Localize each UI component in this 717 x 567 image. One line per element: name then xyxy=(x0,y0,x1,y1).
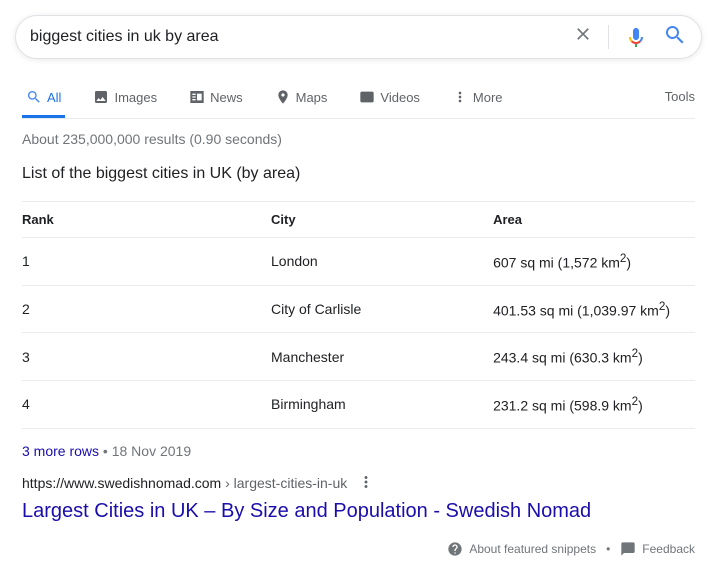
clear-icon[interactable] xyxy=(573,24,593,50)
search-icon[interactable] xyxy=(663,23,687,52)
tabs-row: All Images News Maps Videos More Tools xyxy=(22,69,695,119)
snippet-footer: About featured snippets • Feedback xyxy=(22,541,695,557)
more-rows: 3 more rows • 18 Nov 2019 xyxy=(22,443,695,459)
tab-maps-label: Maps xyxy=(296,90,328,105)
tab-videos-label: Videos xyxy=(380,90,420,105)
result-title-link[interactable]: Largest Cities in UK – By Size and Popul… xyxy=(22,500,591,522)
cite: https://www.swedishnomad.com › largest-c… xyxy=(22,475,347,493)
tab-all-label: All xyxy=(47,90,61,105)
cell-rank: 2 xyxy=(22,285,271,333)
tab-more[interactable]: More xyxy=(448,79,507,118)
tab-news-label: News xyxy=(210,90,243,105)
cell-rank: 4 xyxy=(22,380,271,428)
table-row: 3 Manchester 243.4 sq mi (630.3 km2) xyxy=(22,333,695,381)
table-row: 2 City of Carlisle 401.53 sq mi (1,039.9… xyxy=(22,285,695,333)
table-row: 4 Birmingham 231.2 sq mi (598.9 km2) xyxy=(22,380,695,428)
snippet-table: Rank City Area 1 London 607 sq mi (1,572… xyxy=(22,201,695,429)
featured-snippet: List of the biggest cities in UK (by are… xyxy=(22,165,695,523)
cell-city: City of Carlisle xyxy=(271,285,493,333)
divider xyxy=(608,25,609,49)
snippet-title: List of the biggest cities in UK (by are… xyxy=(22,165,695,183)
sep: • xyxy=(103,443,112,459)
about-label: About featured snippets xyxy=(469,542,596,556)
cell-area: 607 sq mi (1,572 km2) xyxy=(493,238,695,286)
th-rank: Rank xyxy=(22,202,271,238)
tools-button[interactable]: Tools xyxy=(665,79,695,118)
feedback-label: Feedback xyxy=(642,542,695,556)
cell-area: 401.53 sq mi (1,039.97 km2) xyxy=(493,285,695,333)
cite-host: https://www.swedishnomad.com xyxy=(22,475,221,491)
table-row: 1 London 607 sq mi (1,572 km2) xyxy=(22,238,695,286)
cell-rank: 1 xyxy=(22,238,271,286)
search-actions xyxy=(573,23,687,52)
cell-city: London xyxy=(271,238,493,286)
th-city: City xyxy=(271,202,493,238)
table-header-row: Rank City Area xyxy=(22,202,695,238)
help-icon xyxy=(447,541,463,557)
tab-more-label: More xyxy=(473,90,503,105)
tabs: All Images News Maps Videos More xyxy=(22,79,507,118)
tab-videos[interactable]: Videos xyxy=(355,79,424,118)
tab-news[interactable]: News xyxy=(185,79,247,118)
tab-all[interactable]: All xyxy=(22,79,65,118)
cite-row: https://www.swedishnomad.com › largest-c… xyxy=(22,473,695,496)
feedback-icon xyxy=(620,541,636,557)
th-area: Area xyxy=(493,202,695,238)
cell-city: Manchester xyxy=(271,333,493,381)
cite-path: › largest-cities-in-uk xyxy=(221,475,347,491)
search-input[interactable] xyxy=(30,28,573,46)
result-stats: About 235,000,000 results (0.90 seconds) xyxy=(22,131,695,147)
tab-maps[interactable]: Maps xyxy=(271,79,332,118)
tab-images[interactable]: Images xyxy=(89,79,161,118)
mic-icon[interactable] xyxy=(624,25,648,49)
tab-images-label: Images xyxy=(114,90,157,105)
cell-rank: 3 xyxy=(22,333,271,381)
feedback-link[interactable]: Feedback xyxy=(620,541,695,557)
cite-menu-icon[interactable] xyxy=(357,473,375,496)
cell-area: 243.4 sq mi (630.3 km2) xyxy=(493,333,695,381)
cell-city: Birmingham xyxy=(271,380,493,428)
search-bar xyxy=(15,15,702,59)
snippet-date: 18 Nov 2019 xyxy=(112,443,191,459)
sep: • xyxy=(606,542,610,556)
about-featured-snippets[interactable]: About featured snippets xyxy=(447,541,596,557)
more-rows-link[interactable]: 3 more rows xyxy=(22,443,99,459)
cell-area: 231.2 sq mi (598.9 km2) xyxy=(493,380,695,428)
